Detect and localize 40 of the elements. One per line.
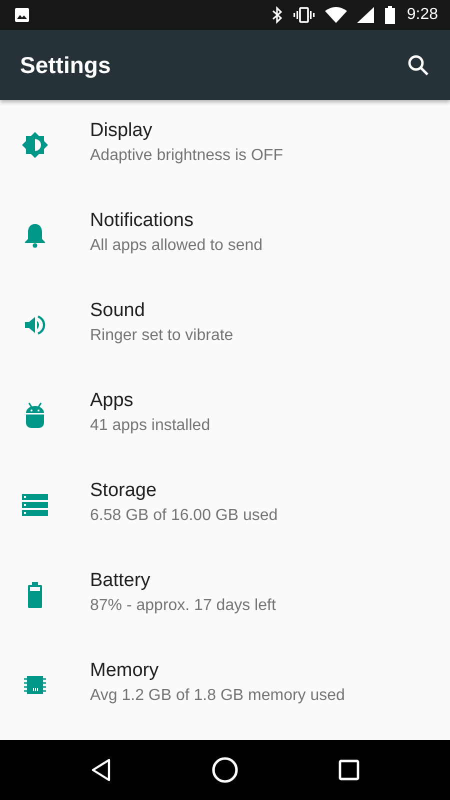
back-icon[interactable]: [90, 758, 112, 782]
settings-item[interactable]: Memory Avg 1.2 GB of 1.8 GB memory used: [0, 640, 450, 730]
settings-item[interactable]: Storage 6.58 GB of 16.00 GB used: [0, 460, 450, 550]
wifi-icon: [324, 7, 347, 23]
item-title: Notifications: [90, 210, 194, 232]
item-summary: Avg 1.2 GB of 1.8 GB memory used: [90, 686, 345, 704]
item-title: Memory: [90, 660, 160, 682]
speaker-icon: [23, 313, 47, 337]
brightness-icon: [21, 131, 49, 159]
battery-icon: [384, 6, 395, 24]
settings-item[interactable]: Battery 87% - approx. 17 days left: [0, 550, 450, 640]
item-title: Battery: [90, 570, 152, 592]
image-icon: [14, 7, 30, 23]
battery-icon: [28, 582, 42, 608]
settings-item[interactable]: Sound Ringer set to vibrate: [0, 280, 450, 370]
item-summary: 87% - approx. 17 days left: [90, 596, 276, 614]
search-icon[interactable]: [406, 53, 430, 77]
item-summary: All apps allowed to send: [90, 236, 263, 254]
screen-title: Settings: [20, 52, 111, 78]
chip-icon: [23, 673, 47, 697]
settings-item[interactable]: Apps 41 apps installed: [0, 370, 450, 460]
clock: 9:28: [406, 6, 438, 24]
storage-icon: [22, 494, 48, 516]
robot-icon: [25, 401, 45, 429]
item-title: Display: [90, 120, 154, 142]
item-summary: 41 apps installed: [90, 416, 210, 434]
item-title: Apps: [90, 390, 134, 412]
item-summary: 6.58 GB of 16.00 GB used: [90, 506, 278, 524]
bluetooth-icon: [270, 6, 283, 24]
bell-icon: [24, 222, 46, 248]
home-icon[interactable]: [210, 756, 239, 784]
item-title: Sound: [90, 300, 146, 322]
item-summary: Adaptive brightness is OFF: [90, 146, 283, 164]
settings-item[interactable]: Display Adaptive brightness is OFF: [0, 100, 450, 190]
item-summary: Ringer set to vibrate: [90, 326, 234, 344]
settings-item[interactable]: Notifications All apps allowed to send: [0, 190, 450, 280]
recents-icon[interactable]: [338, 759, 360, 781]
vibrate-icon: [292, 6, 315, 24]
signal-icon: [356, 7, 375, 23]
item-title: Storage: [90, 480, 158, 502]
